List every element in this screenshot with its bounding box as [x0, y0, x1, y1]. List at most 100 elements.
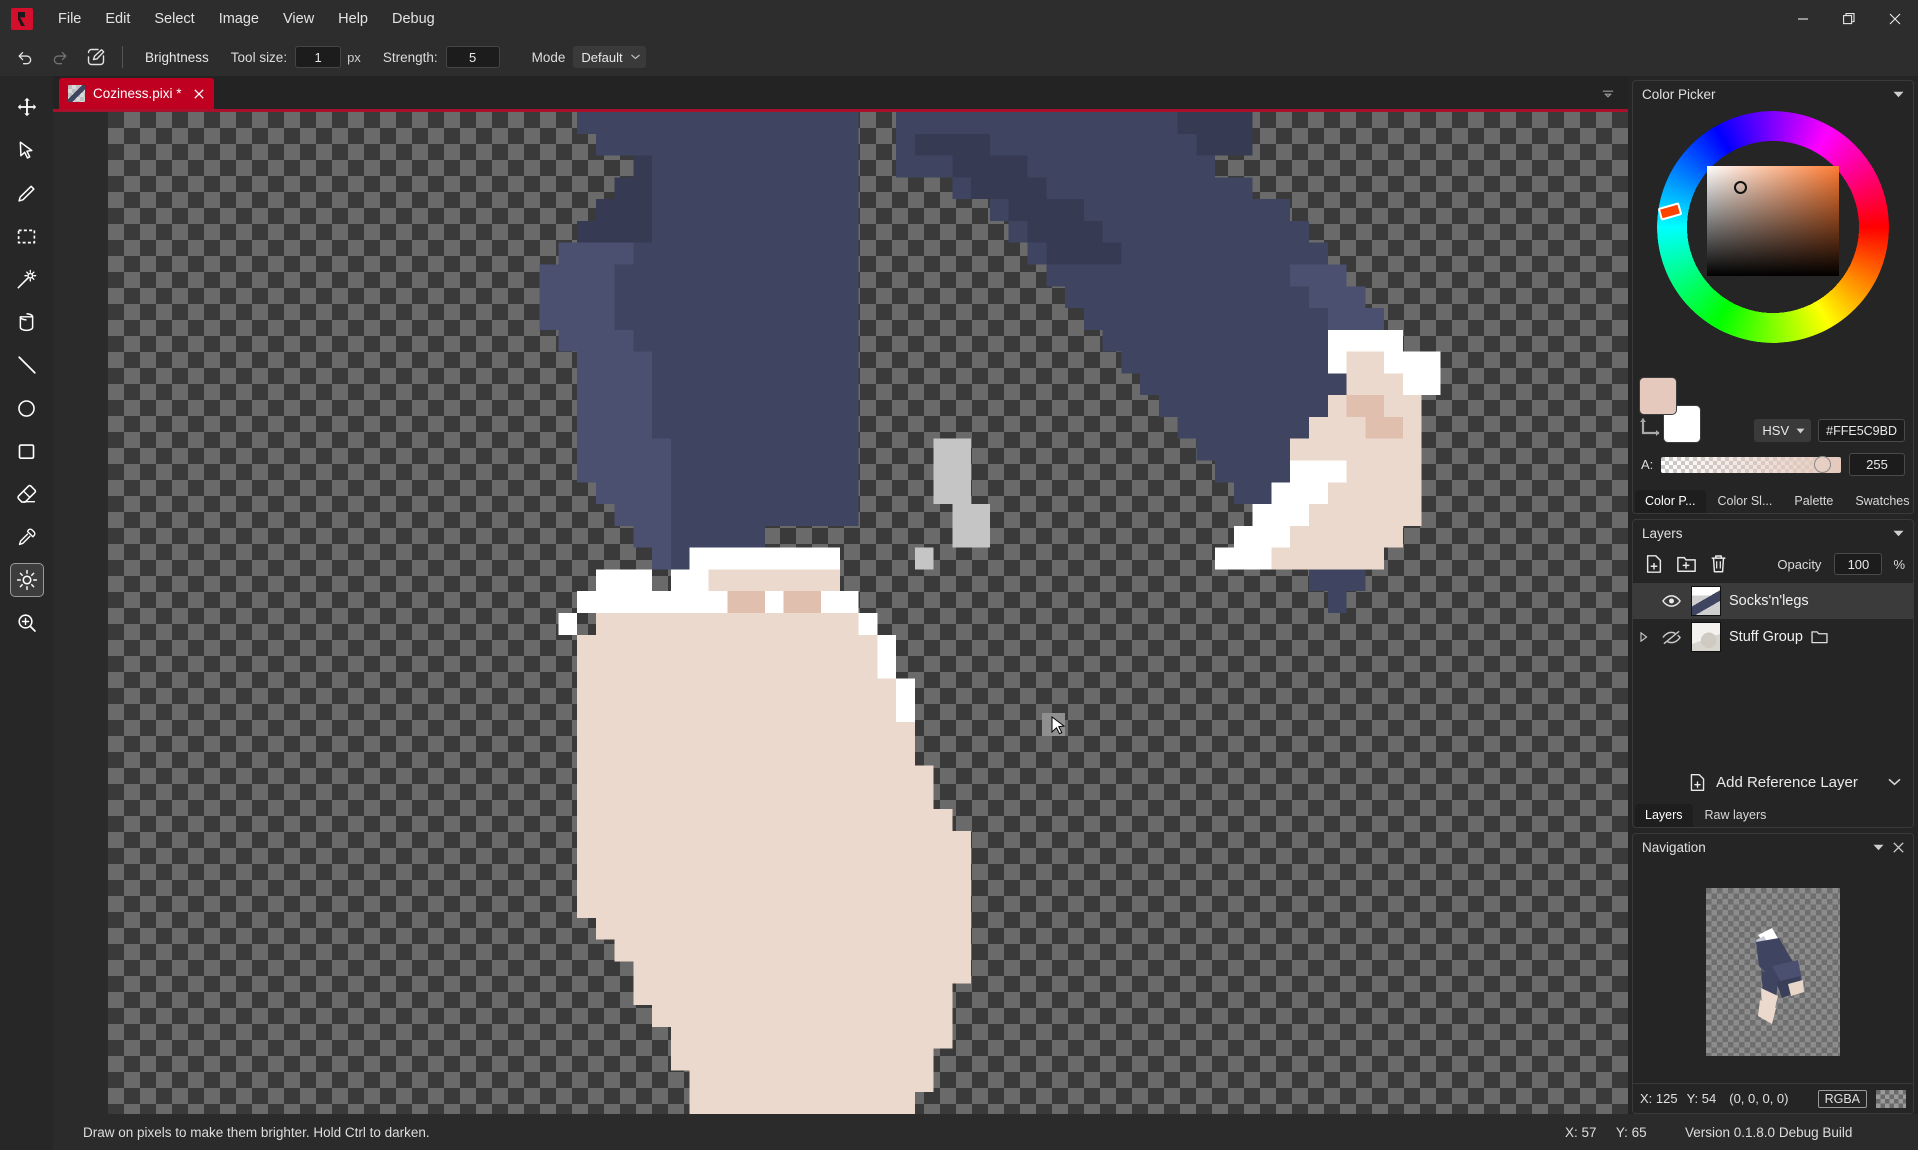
tab-swatches[interactable]: Swatches: [1845, 490, 1918, 513]
tool-eraser[interactable]: [10, 477, 44, 511]
tool-size-label: Tool size:: [230, 49, 288, 65]
tool-brightness[interactable]: [9, 563, 44, 597]
layer-actions-row: Opacity 100 %: [1633, 547, 1913, 581]
strength-label: Strength:: [382, 49, 438, 65]
tool-size-input[interactable]: 1: [295, 46, 342, 68]
edit-pencil-square-icon[interactable]: [81, 43, 111, 71]
right-dock: Color Picker HSV #FFE5C9BD A: 255 Color …: [1628, 76, 1918, 1114]
pixi-logo-icon: [11, 8, 33, 30]
close-icon[interactable]: [1893, 842, 1904, 853]
tab-list-button[interactable]: [1598, 85, 1618, 103]
color-panel-tabs: Color P... Color Sl... Palette Swatches: [1633, 487, 1913, 513]
opacity-input[interactable]: 100: [1834, 553, 1883, 575]
minimize-button[interactable]: [1780, 0, 1826, 38]
alpha-slider[interactable]: [1661, 455, 1841, 473]
navigation-preview-area[interactable]: [1633, 861, 1913, 1083]
maximize-button[interactable]: [1826, 0, 1872, 38]
swap-colors-icon[interactable]: [1639, 417, 1665, 441]
hue-wheel-area[interactable]: [1641, 108, 1905, 343]
tool-pencil[interactable]: [10, 176, 44, 210]
alpha-value-input[interactable]: 255: [1849, 453, 1905, 476]
chevron-down-icon[interactable]: [1873, 844, 1884, 851]
magic-wand-icon: [17, 269, 36, 289]
denim-leg-left: [539, 112, 859, 570]
layer-visibility-toggle[interactable]: [1659, 630, 1683, 645]
triangle-right-icon: [1640, 632, 1648, 642]
menu-debug[interactable]: Debug: [380, 0, 447, 38]
tool-ellipse[interactable]: [10, 391, 44, 425]
status-x: X: 57: [1565, 1124, 1597, 1140]
color-mode-select[interactable]: HSV: [1754, 419, 1812, 442]
mode-select[interactable]: Default: [573, 46, 646, 68]
hex-color-input[interactable]: #FFE5C9BD: [1818, 419, 1905, 442]
menu-select[interactable]: Select: [142, 0, 206, 38]
close-icon: [193, 88, 204, 99]
tool-rectangle[interactable]: [10, 434, 44, 468]
tab-palette[interactable]: Palette: [1784, 490, 1843, 513]
color-mode-badge[interactable]: RGBA: [1817, 1089, 1867, 1108]
tab-color-picker[interactable]: Color P...: [1635, 490, 1706, 513]
tool-magic-wand[interactable]: [10, 262, 44, 296]
chevron-down-icon[interactable]: [1893, 530, 1904, 537]
window-controls: [1780, 0, 1918, 38]
saturation-value-marker[interactable]: [1734, 181, 1747, 194]
menu-file[interactable]: File: [46, 0, 93, 38]
navigation-status-bar: X: 125 Y: 54 (0, 0, 0, 0) RGBA: [1633, 1083, 1913, 1113]
status-hint: Draw on pixels to make them brighter. Ho…: [83, 1124, 430, 1140]
ellipse-icon: [18, 399, 35, 417]
chevron-down-icon[interactable]: [1888, 778, 1901, 786]
magnifier-plus-icon: [17, 614, 36, 632]
new-file-plus-icon: [1690, 773, 1705, 791]
undo-button[interactable]: [9, 43, 39, 71]
sun-brightness-icon: [16, 569, 37, 591]
tab-raw-layers[interactable]: Raw layers: [1695, 804, 1777, 827]
tab-layers[interactable]: Layers: [1635, 804, 1693, 827]
menu-help[interactable]: Help: [326, 0, 380, 38]
layer-visibility-toggle[interactable]: [1659, 594, 1683, 608]
menu-image[interactable]: Image: [207, 0, 271, 38]
tab-color-sliders[interactable]: Color Sl...: [1708, 490, 1783, 513]
cursor-arrow-icon: [19, 140, 33, 159]
redo-button[interactable]: [45, 43, 75, 71]
title-bar: File Edit Select Image View Help Debug: [0, 0, 1918, 38]
add-layer-button[interactable]: [1641, 551, 1667, 577]
tool-line[interactable]: [10, 348, 44, 382]
cursor-x-readout: X: 125: [1640, 1091, 1678, 1106]
menu-edit[interactable]: Edit: [93, 0, 142, 38]
menu-view[interactable]: View: [271, 0, 326, 38]
foreground-color-swatch[interactable]: [1639, 377, 1677, 415]
tool-eyedropper[interactable]: [10, 520, 44, 554]
tool-move[interactable]: [10, 90, 44, 124]
canvas-checkerboard[interactable]: [108, 112, 1628, 1114]
alpha-slider-knob[interactable]: [1814, 455, 1831, 473]
delete-layer-button[interactable]: [1705, 551, 1731, 577]
editor-center: Coziness.pixi *: [53, 76, 1628, 1114]
tool-rect-select[interactable]: [10, 219, 44, 253]
canvas-viewport[interactable]: [53, 109, 1628, 1114]
layers-panel: Layers Opacity 100 % Socks'n'legs Stuff …: [1632, 519, 1914, 828]
tool-select-cursor[interactable]: [10, 133, 44, 167]
add-reference-layer-button[interactable]: Add Reference Layer: [1633, 763, 1913, 801]
navigation-header: Navigation: [1633, 834, 1913, 861]
opacity-label: Opacity: [1777, 556, 1822, 572]
tool-bucket[interactable]: [10, 305, 44, 339]
layer-name-text: Stuff Group: [1729, 629, 1803, 645]
layer-row[interactable]: Stuff Group: [1633, 619, 1913, 655]
mode-select-value: Default: [581, 49, 623, 65]
document-tab[interactable]: Coziness.pixi *: [59, 78, 214, 109]
navigation-thumbnail[interactable]: [1706, 888, 1840, 1056]
tool-options-bar: Brightness Tool size: 1 px Strength: 5 M…: [0, 38, 1918, 76]
close-button[interactable]: [1872, 0, 1918, 38]
document-tab-close-button[interactable]: [190, 85, 208, 103]
layer-group-expander[interactable]: [1637, 632, 1651, 642]
status-version: Version 0.1.8.0 Debug Build: [1685, 1124, 1853, 1140]
saturation-value-square[interactable]: [1707, 166, 1839, 276]
strength-input[interactable]: 5: [445, 46, 500, 68]
tool-zoom[interactable]: [10, 606, 44, 640]
layers-bottom-tabs: Layers Raw layers: [1633, 801, 1913, 827]
document-thumbnail-icon: [68, 85, 85, 102]
layer-thumbnail: [1691, 586, 1721, 616]
add-group-button[interactable]: [1673, 551, 1699, 577]
layer-row[interactable]: Socks'n'legs: [1633, 583, 1913, 619]
chevron-down-icon[interactable]: [1893, 91, 1904, 98]
